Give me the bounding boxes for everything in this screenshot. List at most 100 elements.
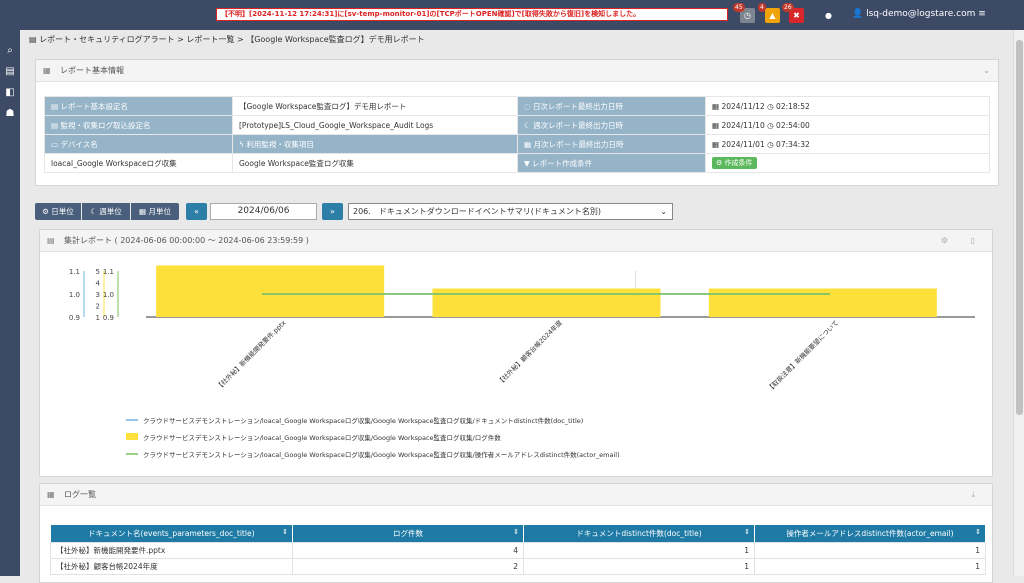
y-tick-label: 1.0 <box>103 291 114 299</box>
sort-icon: ⇕ <box>744 528 750 536</box>
week-unit-button[interactable]: ☾ 週単位 <box>82 203 130 220</box>
search-icon[interactable]: ⌕ <box>0 42 20 60</box>
top-bar: 【不明】[2024-11-12 17:24:31]に[sv-temp-monit… <box>0 0 1024 30</box>
day-unit-button[interactable]: ⚙ 日単位 <box>35 203 81 220</box>
next-date-button[interactable]: » <box>322 203 343 220</box>
breadcrumb: ▤ レポート・セキュリティログアラート > レポート一覧 > 【Google W… <box>29 34 425 45</box>
chart-x-labels: 【社外秘】新機能開発要件.pptx 【社外秘】顧客台帳2024年度 【取扱注意】新機… <box>214 318 840 394</box>
panel-title: 集計レポート ( 2024-06-06 00:00:00 ～ 2024-06-0… <box>64 236 309 245</box>
value-report-name: 【Google Workspace監査ログ】デモ用レポート <box>232 96 518 116</box>
column-header-label: ドキュメントdistinct件数(doc_title) <box>576 528 702 538</box>
log-table: ドキュメント名(events_parameters_doc_title) ⇕ ログ… <box>50 525 986 575</box>
value-weekly-time: 02:54:00 <box>776 120 810 130</box>
y-tick-label: 0.9 <box>69 314 80 322</box>
report-icon[interactable]: ▤ <box>0 63 20 81</box>
moon-icon: ☾ <box>90 207 100 216</box>
user-group-icon[interactable]: ☗ <box>0 105 20 123</box>
error-icon: ✖ <box>793 11 800 20</box>
scrollbar[interactable] <box>1013 30 1024 576</box>
sort-icon: ⇕ <box>282 528 288 536</box>
report-select[interactable]: 206. ドキュメントダウンロードイベントサマリ(ドキュメント名別) ⌄ <box>348 203 673 220</box>
y-tick-label: 5 <box>96 268 100 276</box>
clock-notification-button[interactable]: 45 ◷ <box>733 3 755 23</box>
clock-icon: ◷ <box>767 139 777 149</box>
menu-icon: ≡ <box>978 9 986 19</box>
user-email: lsq-demo@logstare.com <box>866 9 976 19</box>
clock-icon: ◷ <box>767 101 777 111</box>
summary-report-panel: ▤ 集計レポート ( 2024-06-06 00:00:00 ～ 2024-06-… <box>39 229 993 477</box>
y-tick-label: 0.9 <box>103 314 114 322</box>
chart-axes: 1.1 1.0 0.9 5 4 3 2 1 1.1 1.0 0.9 <box>69 268 119 322</box>
info-icon: ● <box>825 11 832 20</box>
breadcrumb-text[interactable]: レポート・セキュリティログアラート > レポート一覧 > 【Google Wor… <box>39 35 425 44</box>
table-icon: ▦ <box>47 490 55 499</box>
value-daily-date: 2024/11/12 <box>721 101 765 111</box>
chevron-down-icon[interactable]: ⌄ <box>983 60 990 82</box>
log-list-panel: ▦ ログ一覧 ⤓ ドキュメント名(events_parameters_doc_tit… <box>39 483 993 583</box>
double-right-icon: » <box>330 207 335 216</box>
legend-label: クラウドサービスデモンストレーション/loacal_Google Workspa… <box>143 433 501 442</box>
panel-title: レポート基本情報 <box>60 66 124 75</box>
gear-icon: ⚙ <box>716 159 725 167</box>
column-header[interactable]: ログ件数 ⇕ <box>292 525 524 542</box>
download-icon[interactable]: ⤓ <box>971 484 975 506</box>
table-cell: 1 <box>754 557 986 575</box>
user-icon: 👤 <box>852 9 864 19</box>
summary-chart: 1.1 1.0 0.9 5 4 3 2 1 1.1 1.0 0.9 【社外秘】新機能開発要件.ppt… <box>69 265 975 459</box>
value-device: loacal_Google Workspaceログ収集 <box>44 153 233 173</box>
double-left-icon: « <box>194 207 199 216</box>
month-unit-button[interactable]: ▦ 月単位 <box>131 203 179 220</box>
alert-banner[interactable]: 【不明】[2024-11-12 17:24:31]に[sv-temp-monit… <box>216 8 728 21</box>
report-icon: ▤ <box>29 35 40 44</box>
sidebar: ⌕ ▤ ◧ ☗ <box>0 30 20 576</box>
bar <box>432 288 661 317</box>
table-row: ▭ デバイス名 ϟ 利用監視・収集項目 ▦ 月次レポート最終出力日時 ▦ 202… <box>44 134 990 154</box>
document-icon[interactable]: ▯ <box>971 230 975 252</box>
warning-notification-button[interactable]: 4 ▲ <box>758 3 780 23</box>
chart-legend: クラウドサービスデモンストレーション/loacal_Google Workspa… <box>126 416 620 459</box>
filter-icon: ▼ <box>524 158 533 168</box>
prev-date-button[interactable]: « <box>186 203 207 220</box>
column-header[interactable]: 操作者メールアドレスdistinct件数(actor_email) ⇕ <box>754 525 986 542</box>
legend-label: クラウドサービスデモンストレーション/loacal_Google Workspa… <box>143 416 583 425</box>
user-menu[interactable]: 👤 lsq-demo@logstare.com ≡ <box>852 9 986 19</box>
panel-title: ログ一覧 <box>64 490 96 499</box>
table-icon: ▦ <box>43 66 51 75</box>
scrollbar-thumb[interactable] <box>1016 40 1023 415</box>
week-unit-label: 週単位 <box>99 207 122 216</box>
panel-header: ▦ レポート基本情報 ⌄ <box>36 60 998 82</box>
table-row: loacal_Google Workspaceログ収集 Google Works… <box>44 153 990 173</box>
table-cell: 4 <box>292 541 524 559</box>
y-tick-label: 1 <box>96 314 100 322</box>
table-cell: 1 <box>523 557 755 575</box>
book-icon[interactable]: ◧ <box>0 84 20 102</box>
y-tick-label: 2 <box>96 303 100 311</box>
legend-swatch <box>126 433 138 440</box>
column-header[interactable]: ドキュメントdistinct件数(doc_title) ⇕ <box>523 525 755 542</box>
x-tick-label: 【社外秘】新機能開発要件.pptx <box>214 318 287 391</box>
table-header-row: ドキュメント名(events_parameters_doc_title) ⇕ ログ… <box>50 525 986 542</box>
clock-icon: ◷ <box>744 11 751 20</box>
y-tick-label: 3 <box>96 291 100 299</box>
bar <box>156 265 385 317</box>
info-button[interactable]: ● <box>821 8 836 23</box>
x-tick-label: 【取扱注意】新機能要望について <box>765 318 840 393</box>
date-input[interactable]: 2024/06/06 <box>210 203 317 220</box>
column-header[interactable]: ドキュメント名(events_parameters_doc_title) ⇕ <box>50 525 293 542</box>
table-cell: 【社外秘】顧客台帳2024年度 <box>50 557 293 575</box>
label-daily-output: 日次レポート最終出力日時 <box>532 101 623 111</box>
table-row: 【社外秘】顧客台帳2024年度 2 1 1 <box>50 557 986 575</box>
create-condition-button[interactable]: ⚙ 作成条件 <box>712 157 757 169</box>
error-notification-button[interactable]: 26 ✖ <box>782 3 804 23</box>
x-tick-label: 【社外秘】顧客台帳2024年度 <box>495 318 564 387</box>
month-unit-label: 月単位 <box>148 207 171 216</box>
column-header-label: ログ件数 <box>393 528 423 538</box>
day-unit-label: 日単位 <box>51 207 74 216</box>
info-table: ▤ レポート基本設定名 【Google Workspace監査ログ】デモ用レポー… <box>44 96 990 173</box>
table-cell: 【社外秘】新機能開発要件.pptx <box>50 541 293 559</box>
create-condition-label: 作成条件 <box>724 159 753 167</box>
gear-icon[interactable]: ⚙ <box>941 230 948 252</box>
bar <box>708 288 937 317</box>
y-tick-label: 4 <box>96 280 101 288</box>
table-cell: 1 <box>523 541 755 559</box>
